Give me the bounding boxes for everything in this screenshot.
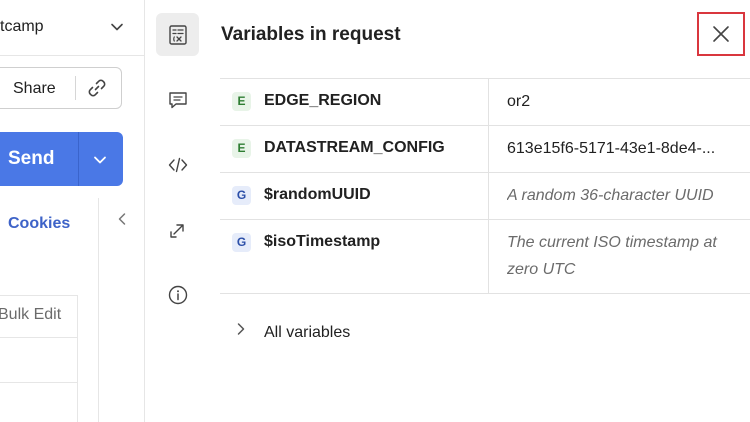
panel-title: Variables in request xyxy=(221,24,401,45)
variables-table: E EDGE_REGION or2 E DATASTREAM_CONFIG 61… xyxy=(220,78,750,294)
share-separator xyxy=(75,76,76,100)
info-tab[interactable] xyxy=(156,273,199,316)
right-sidebar-rail xyxy=(144,0,208,422)
code-tab[interactable] xyxy=(156,143,199,186)
table-row[interactable]: G $isoTimestamp The current ISO timestam… xyxy=(220,219,750,294)
variable-key-cell: G $randomUUID xyxy=(220,173,489,219)
send-button[interactable]: Send xyxy=(0,132,123,186)
pane-divider xyxy=(98,198,99,422)
variable-description: A random 36-character UUID xyxy=(507,187,714,204)
variable-name: $isoTimestamp xyxy=(264,233,381,250)
variable-name: $randomUUID xyxy=(264,186,371,203)
divider xyxy=(0,55,144,56)
variable-key-cell: E DATASTREAM_CONFIG xyxy=(220,126,489,172)
comments-tab[interactable] xyxy=(156,78,199,121)
variable-key-cell: G $isoTimestamp xyxy=(220,220,489,293)
variable-name: DATASTREAM_CONFIG xyxy=(264,139,445,156)
cookies-link[interactable]: Cookies xyxy=(8,215,70,233)
variable-description: The current ISO timestamp at zero UTC xyxy=(507,234,717,278)
variable-name: EDGE_REGION xyxy=(264,92,382,109)
scope-badge: G xyxy=(232,233,251,252)
chevron-left-icon[interactable] xyxy=(115,211,129,227)
close-button[interactable] xyxy=(697,12,745,56)
info-icon xyxy=(168,285,188,305)
comments-icon xyxy=(169,92,187,109)
table-row[interactable]: E EDGE_REGION or2 xyxy=(220,78,750,125)
workspace-name[interactable]: tcamp xyxy=(0,18,44,36)
variables-tab[interactable] xyxy=(156,13,199,56)
related-icon xyxy=(170,224,184,238)
table-row[interactable]: E DATASTREAM_CONFIG 613e15f6-5171-43e1-8… xyxy=(220,125,750,172)
copy-link-icon[interactable] xyxy=(87,78,107,98)
send-label: Send xyxy=(8,148,55,169)
scope-badge: E xyxy=(232,92,251,111)
divider xyxy=(0,382,78,383)
scope-badge: E xyxy=(232,139,251,158)
code-icon xyxy=(168,157,188,173)
send-separator xyxy=(78,132,79,186)
divider xyxy=(0,295,78,296)
variable-value: or2 xyxy=(507,93,531,110)
close-icon xyxy=(713,26,729,42)
bulk-edit-link[interactable]: Bulk Edit xyxy=(0,306,61,324)
variables-panel: Variables in request E EDGE_REGION or2 E… xyxy=(208,0,750,422)
variable-value: 613e15f6-5171-43e1-8de4-... xyxy=(507,140,716,157)
scope-badge: G xyxy=(232,186,251,205)
all-variables-label: All variables xyxy=(264,324,351,341)
variables-icon xyxy=(169,25,187,45)
variable-key-cell: E EDGE_REGION xyxy=(220,79,489,125)
share-button[interactable]: Share xyxy=(0,67,122,109)
related-tab[interactable] xyxy=(156,208,199,251)
column-divider xyxy=(77,295,78,422)
divider xyxy=(0,337,78,338)
chevron-right-icon xyxy=(237,323,245,335)
chevron-down-icon[interactable] xyxy=(92,152,108,168)
chevron-down-icon[interactable] xyxy=(109,19,125,35)
table-row[interactable]: G $randomUUID A random 36-character UUID xyxy=(220,172,750,219)
share-label: Share xyxy=(13,80,56,97)
app-window: tcamp Share Send Cookies Bulk Edit Varia… xyxy=(0,0,750,422)
request-pane: tcamp Share Send Cookies Bulk Edit xyxy=(0,0,144,422)
